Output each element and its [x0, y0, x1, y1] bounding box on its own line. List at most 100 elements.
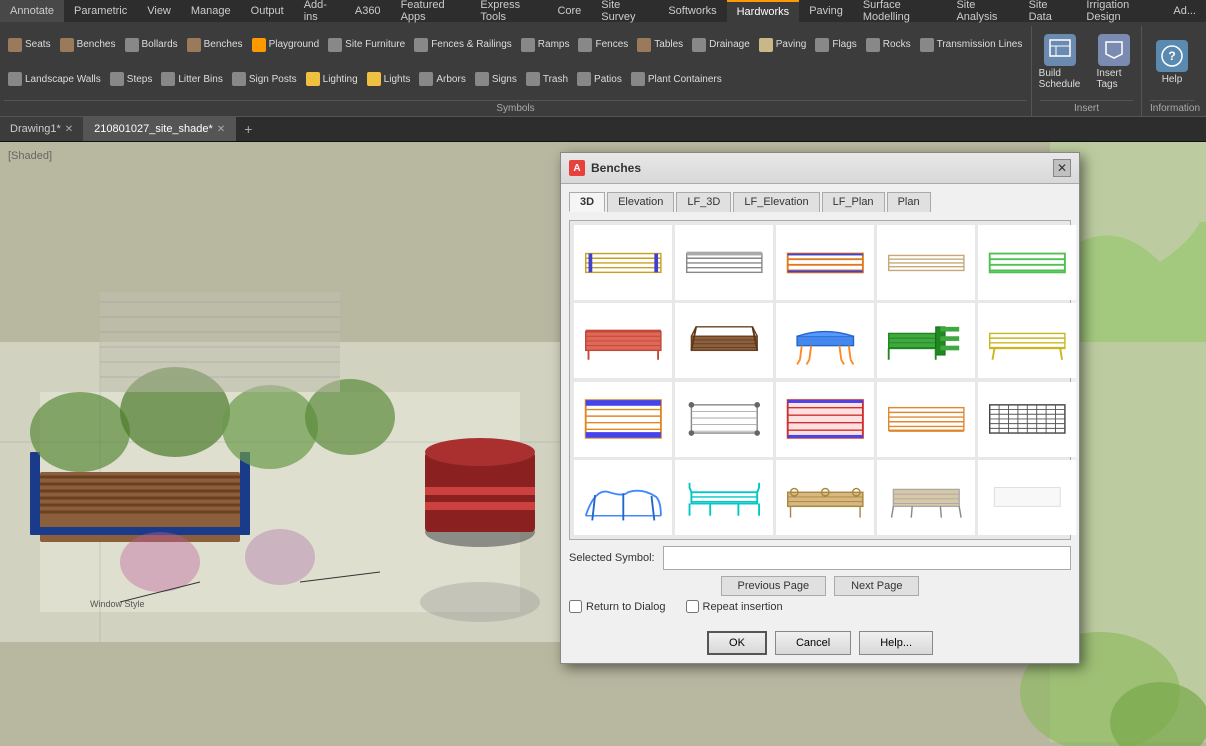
doc-tab-drawing1-label: Drawing1*: [10, 123, 61, 135]
symbol-cell-1-2[interactable]: [776, 303, 874, 378]
ribbon-item-sitefurniture[interactable]: Site Furniture: [324, 28, 409, 62]
ribbon-help[interactable]: ? Help: [1147, 36, 1197, 89]
tab-parametric[interactable]: Parametric: [64, 0, 137, 22]
symbol-cell-0-4[interactable]: [978, 225, 1076, 300]
canvas-status: [Shaded]: [8, 150, 52, 162]
ribbon-item-lighting[interactable]: Lighting: [302, 63, 362, 97]
symbol-cell-2-0[interactable]: [574, 382, 672, 457]
view-tab-elevation[interactable]: Elevation: [607, 192, 674, 212]
tab-softworks[interactable]: Softworks: [658, 0, 726, 22]
main-canvas-area: Window Style A Benches ✕ 3D Elevation: [0, 142, 1206, 746]
cancel-button[interactable]: Cancel: [775, 631, 851, 655]
tab-addins[interactable]: Add-ins: [294, 0, 345, 22]
ribbon-item-arbors[interactable]: Arbors: [415, 63, 469, 97]
selected-symbol-bar: Selected Symbol:: [569, 546, 1071, 570]
ribbon-item-playground-u[interactable]: Playground: [248, 28, 324, 62]
ribbon-item-plantcontainers[interactable]: Plant Containers: [627, 63, 726, 97]
symbol-cell-0-0[interactable]: [574, 225, 672, 300]
ribbon-item-fences-rail[interactable]: Fences & Railings: [410, 28, 516, 62]
tab-more[interactable]: Ad...: [1163, 0, 1206, 22]
ribbon-item-drainage[interactable]: Drainage: [688, 28, 754, 62]
ribbon-item-paving[interactable]: Paving: [755, 28, 811, 62]
tab-annotate[interactable]: Annotate: [0, 0, 64, 22]
help-button[interactable]: Help...: [859, 631, 933, 655]
ribbon-item-rocks[interactable]: Rocks: [862, 28, 915, 62]
pagination: Previous Page Next Page: [569, 576, 1071, 596]
next-page-button[interactable]: Next Page: [834, 576, 919, 596]
tab-sitedata[interactable]: Site Data: [1019, 0, 1077, 22]
ribbon-item-tables[interactable]: Tables: [633, 28, 687, 62]
doc-tab-drawing1[interactable]: Drawing1* ✕: [0, 117, 84, 141]
prev-page-button[interactable]: Previous Page: [721, 576, 827, 596]
symbol-cell-2-4[interactable]: [978, 382, 1076, 457]
ribbon-build-schedule[interactable]: Build Schedule: [1035, 30, 1085, 94]
ribbon-item-lights[interactable]: Lights: [363, 63, 415, 97]
doc-tab-siteshade[interactable]: 210801027_site_shade* ✕: [84, 117, 236, 141]
symbol-cell-3-2[interactable]: [776, 460, 874, 535]
dialog-close-button[interactable]: ✕: [1053, 159, 1071, 177]
symbol-cell-2-1[interactable]: [675, 382, 773, 457]
tab-core[interactable]: Core: [547, 0, 591, 22]
tab-manage[interactable]: Manage: [181, 0, 241, 22]
symbol-cell-1-4[interactable]: [978, 303, 1076, 378]
ribbon-item-steps[interactable]: Steps: [106, 63, 157, 97]
tab-sitesurvey[interactable]: Site Survey: [591, 0, 658, 22]
view-tab-3d[interactable]: 3D: [569, 192, 605, 212]
ribbon-item-litter[interactable]: Litter Bins: [157, 63, 226, 97]
view-tab-lf3d[interactable]: LF_3D: [676, 192, 731, 212]
ribbon-item-benches2[interactable]: Benches: [183, 28, 247, 62]
tab-paving[interactable]: Paving: [799, 0, 853, 22]
symbol-cell-2-2[interactable]: [776, 382, 874, 457]
ribbon-item-signs[interactable]: Signs: [471, 63, 521, 97]
doc-tab-drawing1-close[interactable]: ✕: [65, 124, 73, 135]
symbol-cell-0-2[interactable]: [776, 225, 874, 300]
ribbon-item-patios[interactable]: Patios: [573, 63, 626, 97]
tab-siteanalysis[interactable]: Site Analysis: [946, 0, 1018, 22]
tab-view[interactable]: View: [137, 0, 181, 22]
doc-tab-siteshade-close[interactable]: ✕: [217, 124, 225, 135]
return-to-dialog-checkbox[interactable]: [569, 600, 582, 613]
view-tab-lfplan[interactable]: LF_Plan: [822, 192, 885, 212]
symbol-cell-0-1[interactable]: [675, 225, 773, 300]
ribbon-item-fences[interactable]: Fences: [574, 28, 632, 62]
ribbon-item-trash[interactable]: Trash: [522, 63, 572, 97]
repeat-insertion-checkbox[interactable]: [686, 600, 699, 613]
return-to-dialog-label[interactable]: Return to Dialog: [569, 600, 666, 613]
tab-irrigation[interactable]: Irrigation Design: [1076, 0, 1163, 22]
new-tab-button[interactable]: +: [236, 121, 260, 137]
tab-surface[interactable]: Surface Modelling: [853, 0, 947, 22]
symbol-cell-0-3[interactable]: [877, 225, 975, 300]
symbols-group-label: Symbols: [4, 100, 1027, 116]
view-tab-lfelevation[interactable]: LF_Elevation: [733, 192, 819, 212]
benches-dialog: A Benches ✕ 3D Elevation LF_3D LF_Elevat…: [560, 152, 1080, 664]
tab-hardworks[interactable]: Hardworks: [727, 0, 800, 22]
ribbon-item-seats[interactable]: Seats: [4, 28, 55, 62]
tab-express[interactable]: Express Tools: [470, 0, 547, 22]
insert-group-label: Insert: [1040, 100, 1133, 116]
tab-featured[interactable]: Featured Apps: [391, 0, 471, 22]
symbol-cell-1-0[interactable]: [574, 303, 672, 378]
ribbon-item-transmissionlines[interactable]: Transmission Lines: [916, 28, 1027, 62]
ok-button[interactable]: OK: [707, 631, 767, 655]
ribbon-item-ramps[interactable]: Ramps: [517, 28, 574, 62]
view-tab-plan[interactable]: Plan: [887, 192, 931, 212]
ribbon-insert-tags[interactable]: Insert Tags: [1089, 30, 1139, 94]
symbol-cell-1-1[interactable]: [675, 303, 773, 378]
symbol-cell-3-4[interactable]: [978, 460, 1076, 535]
ribbon-item-benches[interactable]: Benches: [56, 28, 120, 62]
ribbon-item-bollards[interactable]: Bollards: [121, 28, 182, 62]
repeat-insertion-label[interactable]: Repeat insertion: [686, 600, 783, 613]
symbol-grid: [569, 220, 1071, 540]
symbol-cell-1-3[interactable]: [877, 303, 975, 378]
symbol-cell-3-1[interactable]: [675, 460, 773, 535]
selected-symbol-label: Selected Symbol:: [569, 552, 655, 564]
ribbon: Annotate Parametric View Manage Output A…: [0, 0, 1206, 117]
ribbon-item-signposts[interactable]: Sign Posts: [228, 63, 301, 97]
tab-a360[interactable]: A360: [345, 0, 391, 22]
symbol-cell-3-3[interactable]: [877, 460, 975, 535]
symbol-cell-2-3[interactable]: [877, 382, 975, 457]
symbol-cell-3-0[interactable]: [574, 460, 672, 535]
ribbon-item-landscape-walls[interactable]: Landscape Walls: [4, 63, 105, 97]
ribbon-item-flags[interactable]: Flags: [811, 28, 860, 62]
tab-output[interactable]: Output: [241, 0, 294, 22]
